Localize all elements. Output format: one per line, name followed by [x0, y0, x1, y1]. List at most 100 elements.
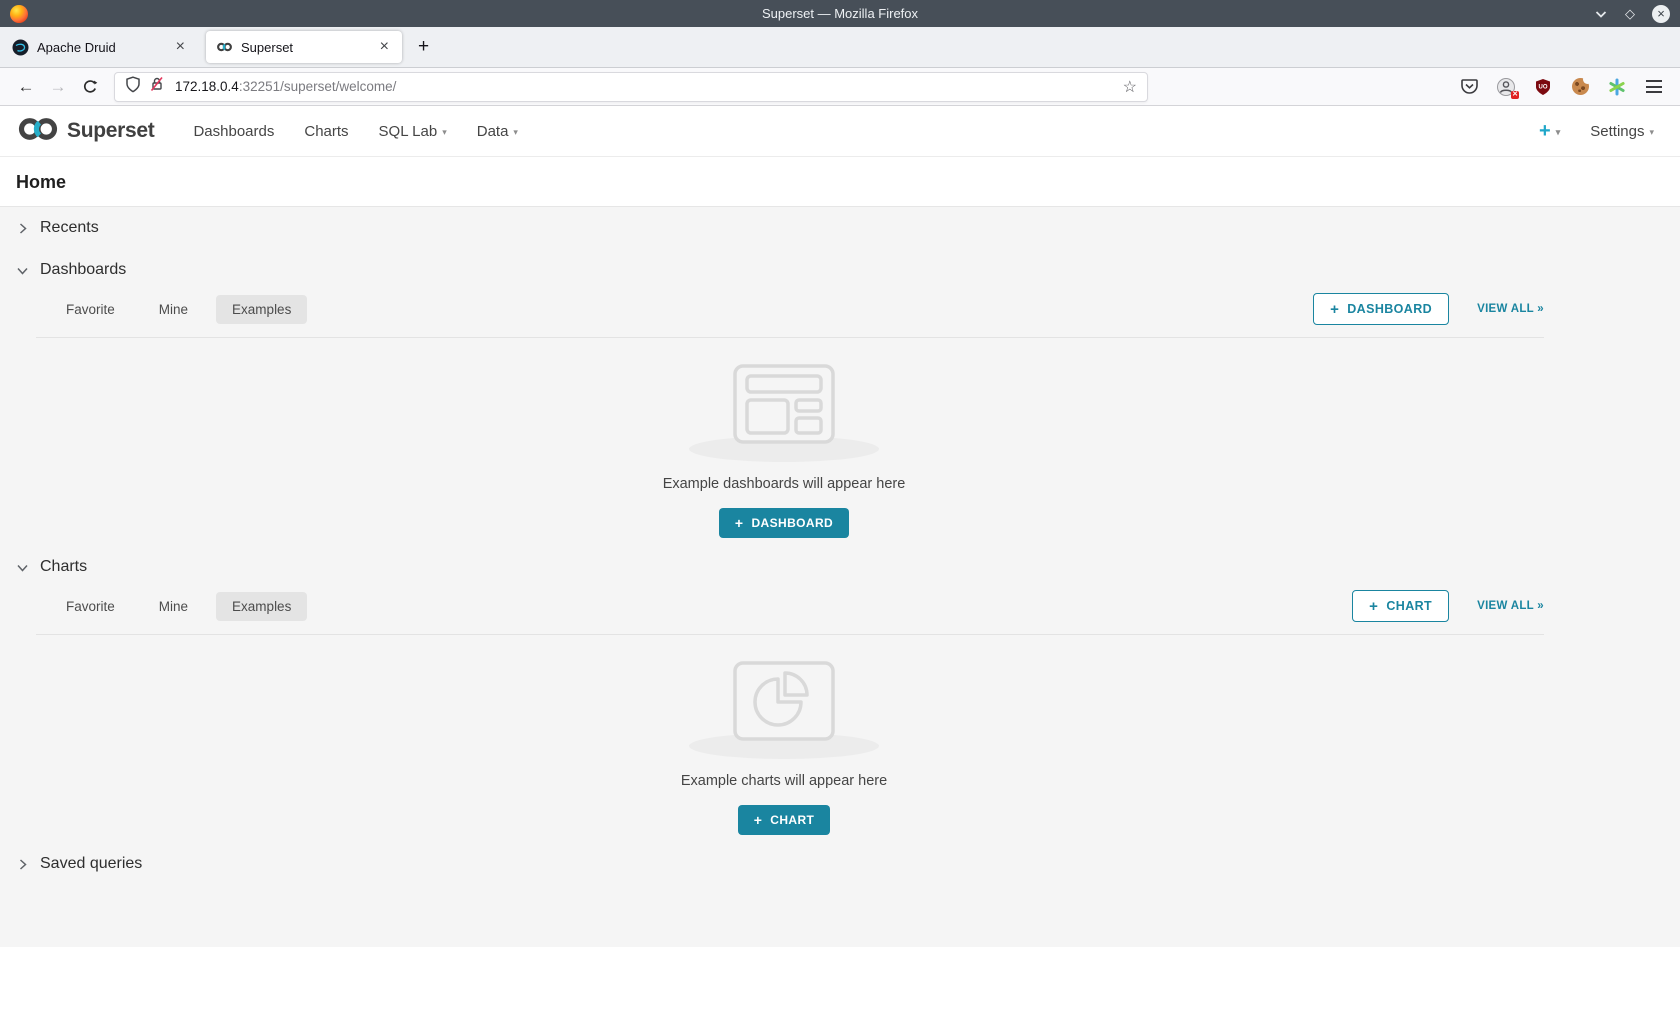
dashboards-empty-state: Example dashboards will appear here + DAS… [0, 338, 1568, 546]
window-close-icon[interactable]: × [1652, 5, 1670, 23]
browser-tabbar: Apache Druid × Superset × + [0, 27, 1680, 68]
nav-label: Data [477, 123, 509, 140]
cookie-icon[interactable] [1570, 77, 1590, 97]
svg-text:UO: UO [1539, 84, 1548, 90]
tab-favorite[interactable]: Favorite [50, 295, 131, 324]
nav-label: Charts [304, 123, 348, 140]
window-maximize-icon[interactable]: ◇ [1625, 6, 1635, 22]
new-tab-button[interactable]: + [404, 27, 443, 67]
dashboards-tabs: Favorite Mine Examples [50, 295, 307, 324]
section-dashboards[interactable]: Dashboards [0, 249, 1680, 291]
tab-apache-druid[interactable]: Apache Druid × [2, 27, 198, 67]
nav-item-sql-lab[interactable]: SQL Lab ▾ [364, 106, 462, 157]
charts-view-all-link[interactable]: VIEW ALL » [1477, 600, 1544, 612]
new-chart-button[interactable]: + CHART [1352, 590, 1449, 622]
reload-icon[interactable] [74, 73, 106, 101]
page-header: Home [0, 157, 1680, 207]
tracking-shield-icon[interactable] [125, 76, 141, 98]
section-charts[interactable]: Charts [0, 546, 1680, 588]
section-label: Saved queries [40, 855, 142, 873]
chevron-right-icon [16, 222, 29, 235]
button-label: CHART [1386, 599, 1432, 613]
url-text[interactable]: 172.18.0.4:32251/superset/welcome/ [173, 79, 1115, 94]
section-label: Charts [40, 558, 87, 576]
charts-subheader: Favorite Mine Examples + CHART VIEW ALL » [0, 588, 1680, 634]
browser-toolbar: ← → 172.18.0.4:32251/superset/welcome/ ☆… [0, 68, 1680, 106]
tab-label: Superset [241, 40, 369, 55]
tab-favorite[interactable]: Favorite [50, 592, 131, 621]
firefox-icon[interactable] [10, 5, 28, 23]
chevron-down-icon [16, 264, 29, 277]
account-extension-icon[interactable]: ✕ [1496, 77, 1516, 97]
tab-examples[interactable]: Examples [216, 592, 307, 621]
window-titlebar: Superset — Mozilla Firefox ◇ × [0, 0, 1680, 27]
superset-navbar: Superset Dashboards Charts SQL Lab ▾ Data… [0, 106, 1680, 157]
error-badge: ✕ [1511, 91, 1519, 99]
nav-label: Dashboards [193, 123, 274, 140]
caret-down-icon: ▾ [1556, 124, 1561, 138]
plus-icon: + [735, 515, 744, 531]
button-label: CHART [770, 813, 814, 827]
dashboards-subheader: Favorite Mine Examples + DASHBOARD VIEW A… [0, 291, 1680, 337]
tab-examples[interactable]: Examples [216, 295, 307, 324]
section-label: Recents [40, 219, 99, 237]
empty-state-text: Example charts will appear here [681, 773, 887, 789]
section-label: Dashboards [40, 261, 126, 279]
insecure-lock-icon[interactable] [149, 76, 165, 97]
druid-favicon-icon [12, 39, 29, 56]
menu-icon[interactable] [1644, 77, 1664, 97]
tab-mine[interactable]: Mine [143, 592, 204, 621]
tab-label: Apache Druid [37, 40, 165, 55]
empty-dashboard-icon [732, 363, 836, 450]
plus-icon: + [1330, 301, 1339, 318]
plus-icon: + [754, 812, 763, 828]
nav-item-charts[interactable]: Charts [289, 106, 363, 157]
main-menu: Dashboards Charts SQL Lab ▾ Data▾ [178, 106, 532, 157]
nav-item-data[interactable]: Data▾ [462, 106, 533, 157]
button-label: DASHBOARD [751, 516, 833, 530]
forward-icon[interactable]: → [42, 73, 74, 101]
caret-down-icon: ▾ [1649, 124, 1654, 138]
new-dashboard-button[interactable]: + DASHBOARD [1313, 293, 1449, 325]
section-saved-queries[interactable]: Saved queries [0, 843, 1680, 885]
plus-icon: + [1369, 598, 1378, 615]
charts-empty-state: Example charts will appear here + CHART [0, 635, 1568, 843]
empty-state-text: Example dashboards will appear here [663, 476, 906, 492]
bookmark-star-icon[interactable]: ☆ [1123, 77, 1137, 97]
pocket-icon[interactable] [1459, 77, 1479, 97]
back-icon[interactable]: ← [10, 73, 42, 101]
superset-infinity-icon [16, 116, 60, 147]
chevron-right-icon [16, 858, 29, 871]
settings-label: Settings [1590, 123, 1644, 140]
dashboards-view-all-link[interactable]: VIEW ALL » [1477, 303, 1544, 315]
asterisk-extension-icon[interactable] [1607, 77, 1627, 97]
superset-favicon-icon [216, 39, 233, 56]
settings-menu[interactable]: Settings ▾ [1590, 123, 1654, 140]
tab-superset[interactable]: Superset × [206, 31, 402, 63]
url-path: :32251/superset/welcome/ [239, 79, 397, 94]
superset-logo[interactable]: Superset [16, 116, 154, 147]
url-host: 172.18.0.4 [175, 79, 239, 94]
tab-mine[interactable]: Mine [143, 295, 204, 324]
button-label: DASHBOARD [1347, 302, 1432, 316]
page-title: Home [16, 172, 1664, 193]
new-chart-button-primary[interactable]: + CHART [738, 805, 831, 835]
new-item-button[interactable]: +▾ [1539, 120, 1560, 143]
window-title: Superset — Mozilla Firefox [0, 6, 1680, 21]
nav-item-dashboards[interactable]: Dashboards [178, 106, 289, 157]
tab-close-icon[interactable]: × [173, 38, 188, 56]
empty-chart-icon [732, 660, 836, 747]
window-minimize-icon[interactable] [1594, 7, 1608, 21]
tab-close-icon[interactable]: × [377, 38, 392, 56]
brand-name: Superset [67, 119, 154, 143]
url-bar[interactable]: 172.18.0.4:32251/superset/welcome/ ☆ [114, 72, 1148, 102]
section-recents[interactable]: Recents [0, 207, 1680, 249]
charts-tabs: Favorite Mine Examples [50, 592, 307, 621]
nav-label: SQL Lab [379, 123, 438, 140]
home-content: Recents Dashboards Favorite Mine Example… [0, 207, 1680, 947]
plus-icon: + [1539, 120, 1551, 143]
new-dashboard-button-primary[interactable]: + DASHBOARD [719, 508, 849, 538]
ublock-origin-icon[interactable]: UO [1533, 77, 1553, 97]
caret-down-icon: ▾ [442, 124, 447, 138]
chevron-down-icon [16, 561, 29, 574]
